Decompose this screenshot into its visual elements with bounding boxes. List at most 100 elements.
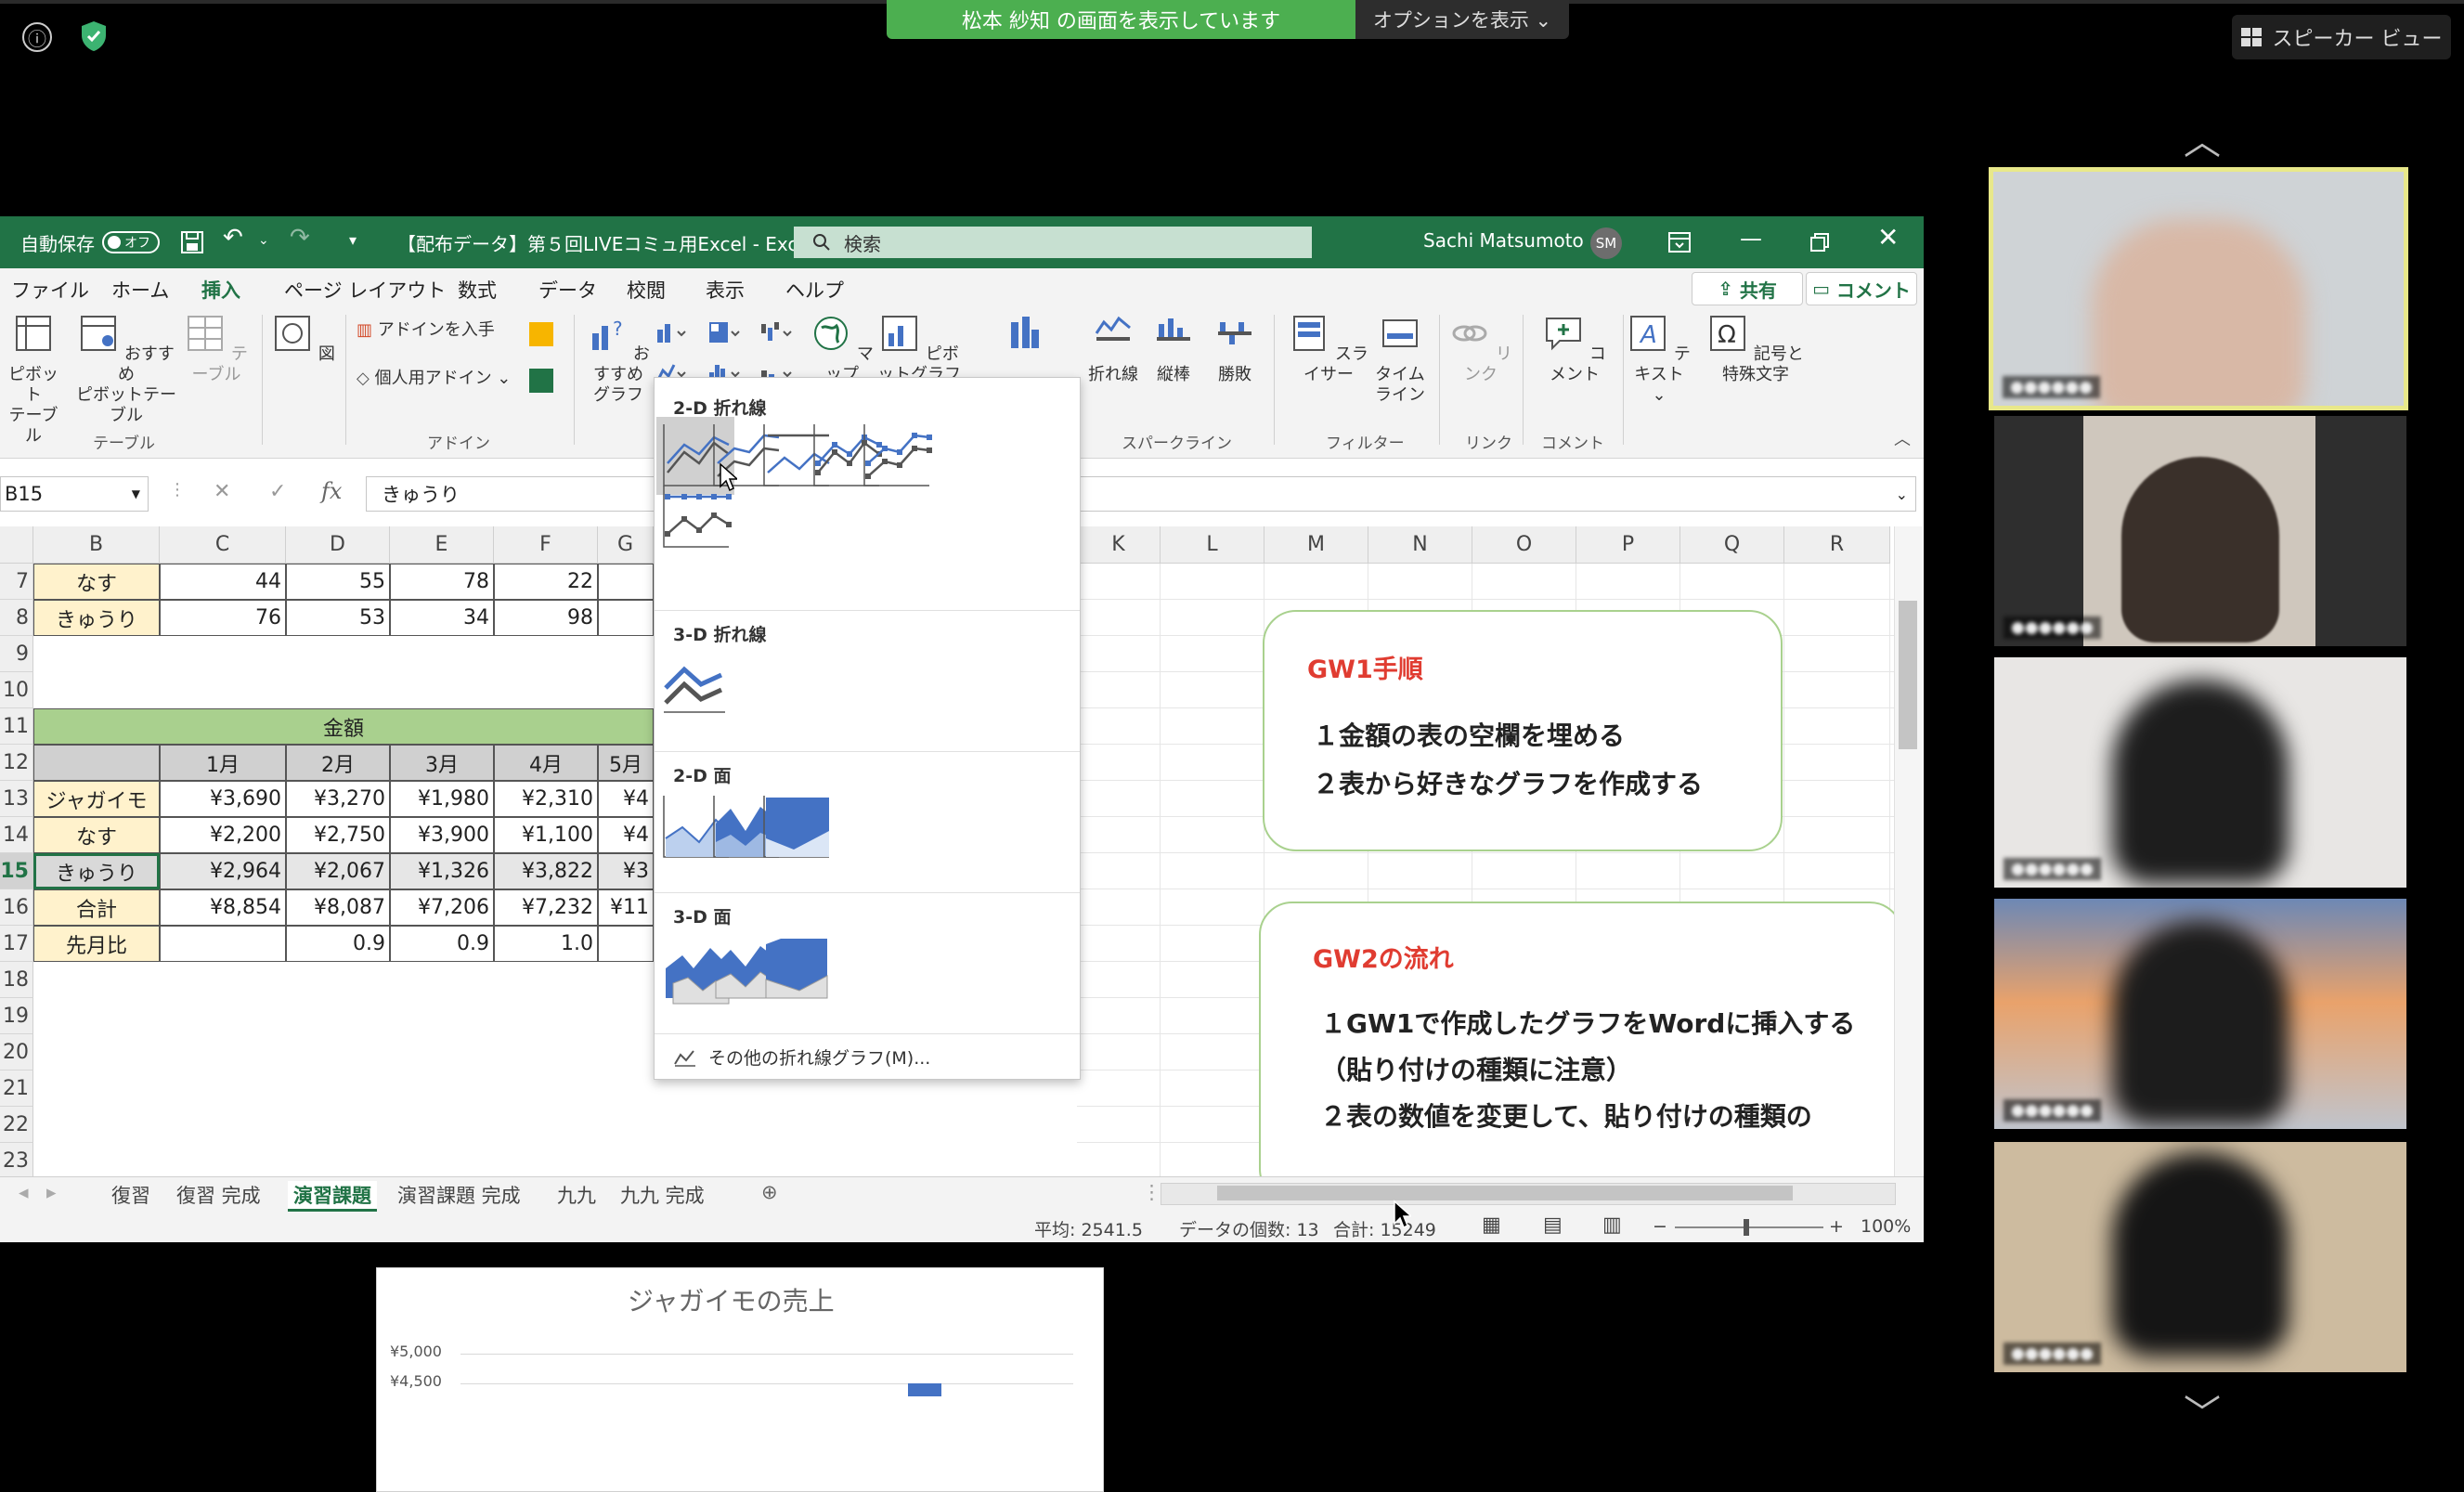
slicer-button[interactable]: スライサー [1287,313,1370,385]
amount-cell[interactable]: ¥2,200 [160,817,286,853]
horizontal-scrollbar[interactable] [1161,1183,1896,1205]
sheet-tab[interactable]: 九九 [557,1181,596,1209]
row-header[interactable]: 19 [0,998,33,1034]
amount-cell[interactable]: ¥4 [598,817,654,853]
month-header-cell[interactable]: 4月 [494,745,598,781]
column-header[interactable]: E [390,526,494,564]
menu-data[interactable]: データ [538,276,597,304]
menu-review[interactable]: 校閲 [627,276,666,304]
value-cell[interactable]: 44 [160,564,286,600]
value-cell[interactable]: 55 [286,564,390,600]
share-button[interactable]: ⇪ 共有 [1692,272,1803,305]
my-addins-button[interactable]: ◇ 個人用アドイン ⌄ [357,369,511,389]
ratio-cell[interactable]: 1.0 [494,926,598,962]
row-header[interactable]: 17 [0,926,33,962]
customize-toolbar-icon[interactable]: ▾ [349,231,357,249]
search-input[interactable]: 検索 [794,227,1312,258]
gw2-instructions-box[interactable]: GW2の流れ １GW1で作成したグラフをWordに挿入する （貼り付けの種類に注意）… [1259,902,1903,1202]
autosave-toggle[interactable]: オフ [102,231,160,253]
gw1-instructions-box[interactable]: GW1手順 １金額の表の空欄を埋める ２表から好きなグラフを作成する [1263,610,1783,851]
value-cell[interactable]: 76 [160,600,286,636]
vertical-scrollbar[interactable] [1894,526,1923,1176]
insert-comment-button[interactable]: コメント [1537,313,1612,385]
page-break-view-icon[interactable]: ▥ [1602,1213,1622,1237]
amount-cell[interactable]: ¥2,310 [494,781,598,817]
amount-cell[interactable]: ¥3,900 [390,817,494,853]
participant-tile-active[interactable]: ●●●●●● [1989,167,2408,410]
column-header[interactable]: Q [1680,526,1784,564]
column-header[interactable]: M [1264,526,1368,564]
illustrations-button[interactable]: 図 [271,313,336,365]
column-header[interactable]: L [1161,526,1264,564]
amount-cell[interactable]: ¥3 [598,853,654,889]
row-header[interactable]: 23 [0,1143,33,1179]
amount-cell[interactable]: ¥1,100 [494,817,598,853]
value-cell[interactable]: 53 [286,600,390,636]
bing-icon[interactable] [529,322,553,346]
menu-insert[interactable]: 挿入 [201,276,240,311]
row-header[interactable]: 20 [0,1034,33,1070]
sheet-tab[interactable]: 九九 完成 [620,1181,705,1209]
column-header[interactable]: B [33,526,160,564]
sheet-tab[interactable]: 復習 [111,1181,150,1209]
ribbon-display-options-icon[interactable] [1668,232,1691,253]
row-header[interactable]: 16 [0,889,33,926]
3d-line-option[interactable] [656,647,734,725]
zoom-slider[interactable] [1675,1226,1823,1228]
row-label-cell[interactable]: なす [33,817,160,853]
select-all-corner[interactable] [0,526,33,564]
row-header[interactable]: 21 [0,1070,33,1107]
month-header-cell[interactable]: 1月 [160,745,286,781]
menu-file[interactable]: ファイル [11,276,89,304]
name-box[interactable]: B15 ▼ [0,476,149,512]
amount-cell[interactable]: ¥8,087 [286,889,390,926]
row-header[interactable]: 18 [0,962,33,998]
row-label-cell[interactable]: 合計 [33,889,160,926]
undo-icon[interactable]: ↶ [223,224,243,252]
ratio-cell[interactable] [160,926,286,962]
pivot-table-button[interactable]: ピボット テーブル [4,313,63,447]
value-cell[interactable] [598,564,654,600]
amount-cell[interactable]: ¥4 [598,781,654,817]
page-layout-view-icon[interactable]: ▤ [1543,1213,1563,1237]
row-header[interactable]: 22 [0,1107,33,1143]
menu-home[interactable]: ホーム [111,276,169,304]
row-label-cell[interactable]: きゅうり [33,600,160,636]
column-header[interactable]: G [598,526,654,564]
comment-button[interactable]: ▭ コメント [1806,272,1917,305]
add-sheet-icon[interactable]: ⊕ [761,1181,778,1203]
month-header-cell[interactable]: 3月 [390,745,494,781]
column-header[interactable]: C [160,526,286,564]
amount-cell[interactable]: ¥2,964 [160,853,286,889]
menu-page-layout[interactable]: ページ レイアウト [284,276,446,304]
column-header[interactable]: D [286,526,390,564]
stacked-line-markers-option[interactable] [857,417,935,495]
row-label-cell[interactable]: ジャガイモ [33,781,160,817]
scroll-up-chevron-icon[interactable]: ︿ [2172,111,2232,165]
chart-preview[interactable]: ジャガイモの売上 ¥5,000 ¥4,500 [376,1267,1104,1492]
shield-check-icon[interactable] [80,20,108,52]
zoom-in-icon[interactable]: + [1829,1216,1844,1237]
3d-map-button[interactable] [993,313,1055,365]
amount-cell[interactable]: ¥1,326 [390,853,494,889]
column-header[interactable]: R [1784,526,1890,564]
row-label-cell[interactable]: なす [33,564,160,600]
minimize-icon[interactable]: — [1740,226,1762,252]
menu-view[interactable]: 表示 [706,276,745,304]
ratio-cell[interactable] [598,926,654,962]
amount-cell[interactable]: ¥11 [598,889,654,926]
row-header[interactable]: 14 [0,817,33,853]
zoom-slider-thumb[interactable] [1744,1219,1749,1236]
view-options-button[interactable]: オプションを表示 ⌄ [1355,0,1569,39]
row-header[interactable]: 11 [0,708,33,745]
waterfall-chart-icon[interactable] [759,320,793,344]
column-header[interactable]: O [1472,526,1576,564]
amount-cell[interactable]: ¥3,822 [494,853,598,889]
get-addins-button[interactable]: ▥ アドインを入手 [357,320,495,341]
avatar[interactable]: SM [1590,227,1622,259]
recommended-pivot-button[interactable]: おすすめ ピボットテーブル [71,313,182,426]
value-cell[interactable]: 22 [494,564,598,600]
speaker-view-button[interactable]: スピーカー ビュー [2232,15,2451,59]
amount-cell[interactable]: ¥8,854 [160,889,286,926]
menu-help[interactable]: ヘルプ [785,276,844,304]
